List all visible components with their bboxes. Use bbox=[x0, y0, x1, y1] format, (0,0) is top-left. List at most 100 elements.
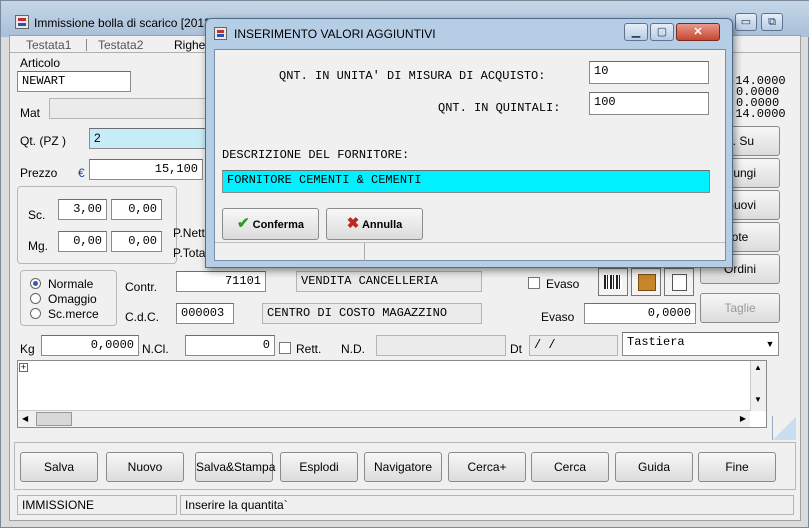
guida-button[interactable]: Guida bbox=[615, 452, 693, 482]
rett-label: Rett. bbox=[296, 342, 322, 356]
mg-label: Mg. bbox=[28, 239, 49, 253]
main-window-title: Immissione bolla di scarico [2013 bbox=[34, 16, 211, 30]
app-icon bbox=[15, 15, 29, 29]
nd-field bbox=[376, 335, 506, 356]
nuovo-button[interactable]: Nuovo bbox=[106, 452, 184, 482]
kg-field[interactable]: 0,0000 bbox=[41, 335, 139, 356]
mat-field bbox=[49, 98, 209, 119]
prezzo-label: Prezzo bbox=[20, 166, 58, 180]
cdc-label: C.d.C. bbox=[125, 310, 160, 324]
evaso-checkbox[interactable] bbox=[528, 277, 540, 289]
scroll-right-icon[interactable]: ▶ bbox=[740, 414, 746, 423]
horizontal-scrollbar[interactable]: ◀ ▶ bbox=[18, 410, 750, 427]
tab-testata1[interactable]: Testata1 bbox=[26, 38, 71, 52]
sc-label: Sc. bbox=[28, 208, 46, 222]
radio-normale-label: Normale bbox=[48, 277, 94, 291]
barcode-icon bbox=[604, 275, 622, 289]
document-edit-button[interactable] bbox=[664, 268, 694, 296]
ncl-label: N.Cl. bbox=[142, 342, 169, 356]
radio-scmerce-label: Sc.merce bbox=[48, 307, 99, 321]
radio-omaggio-label: Omaggio bbox=[48, 292, 97, 306]
annulla-button[interactable]: ✖ Annulla bbox=[326, 208, 423, 240]
ncl-field[interactable]: 0 bbox=[185, 335, 275, 356]
radio-omaggio[interactable]: Omaggio bbox=[30, 292, 110, 306]
dialog-status-pane-2 bbox=[367, 243, 723, 261]
package-button[interactable] bbox=[631, 268, 661, 296]
descr-fornitore-label: DESCRIZIONE DEL FORNITORE: bbox=[222, 148, 410, 162]
evaso-field[interactable]: 0,0000 bbox=[584, 303, 696, 324]
dialog-app-icon bbox=[214, 27, 227, 40]
conferma-label: Conferma bbox=[252, 219, 304, 231]
dialog-title: INSERIMENTO VALORI AGGIUNTIVI bbox=[234, 27, 436, 41]
rett-checkbox[interactable] bbox=[279, 342, 291, 354]
dt-field[interactable]: / / bbox=[529, 335, 618, 356]
dialog-client-area: QNT. IN UNITA' DI MISURA DI ACQUISTO: 10… bbox=[214, 49, 726, 261]
main-restore-button[interactable]: ⧉ bbox=[761, 13, 783, 31]
mg1-field[interactable]: 0,00 bbox=[58, 231, 107, 252]
cerca-button[interactable]: Cerca bbox=[531, 452, 609, 482]
radio-scmerce[interactable]: Sc.merce bbox=[30, 307, 110, 321]
fine-button[interactable]: Fine bbox=[698, 452, 776, 482]
salva-button[interactable]: Salva bbox=[20, 452, 98, 482]
sc1-field[interactable]: 3,00 bbox=[58, 199, 107, 220]
radio-omaggio-dot bbox=[30, 293, 41, 304]
euro-symbol: € bbox=[78, 166, 85, 180]
descr-fornitore-field[interactable]: FORNITORE CEMENTI & CEMENTI bbox=[222, 170, 710, 193]
dialog-window: INSERIMENTO VALORI AGGIUNTIVI ▁ ▢ ✕ QNT.… bbox=[205, 18, 733, 268]
sc2-field[interactable]: 0,00 bbox=[111, 199, 162, 220]
check-icon: ✔ bbox=[237, 215, 250, 232]
dialog-close-button[interactable]: ✕ bbox=[676, 23, 720, 41]
tab-separator bbox=[86, 39, 87, 51]
conferma-button[interactable]: ✔ Conferma bbox=[222, 208, 319, 240]
qnt-quintali-label: QNT. IN QUINTALI: bbox=[438, 101, 561, 115]
ptotale-label: P.Tota bbox=[173, 246, 206, 260]
dt-label: Dt bbox=[510, 342, 522, 356]
dialog-minimize-button[interactable]: ▁ bbox=[624, 23, 648, 41]
articolo-label: Articolo bbox=[20, 56, 61, 70]
pnetto-label: P.Nett bbox=[173, 226, 205, 240]
vertical-scrollbar[interactable]: ▲ ▼ bbox=[750, 361, 766, 411]
taglie-button[interactable]: Taglie bbox=[700, 293, 780, 323]
evaso-label: Evaso bbox=[541, 310, 575, 324]
esplodi-button[interactable]: Esplodi bbox=[280, 452, 358, 482]
qnt-acquisto-field[interactable]: 10 bbox=[589, 61, 709, 84]
articolo-field[interactable]: NEWART bbox=[17, 71, 131, 92]
status-mode: IMMISSIONE bbox=[17, 495, 177, 515]
annulla-label: Annulla bbox=[361, 219, 403, 231]
tab-testata2[interactable]: Testata2 bbox=[98, 38, 143, 52]
mg2-field[interactable]: 0,00 bbox=[111, 231, 162, 252]
scroll-left-icon[interactable]: ◀ bbox=[22, 414, 28, 423]
cerca-plus-button[interactable]: Cerca+ bbox=[448, 452, 526, 482]
tastiera-select[interactable]: Tastiera bbox=[622, 332, 779, 356]
expand-icon[interactable]: + bbox=[19, 363, 28, 372]
salva-stampa-button[interactable]: Salva&Stampa bbox=[195, 452, 275, 482]
prezzo-field[interactable]: 15,100 bbox=[89, 159, 203, 180]
tab-righe[interactable]: Righe bbox=[174, 38, 205, 52]
dialog-status-pane-1 bbox=[215, 243, 365, 261]
navigatore-button[interactable]: Navigatore bbox=[364, 452, 442, 482]
barcode-button[interactable] bbox=[598, 268, 628, 296]
chevron-down-icon[interactable]: ▼ bbox=[763, 335, 777, 353]
scroll-down-icon[interactable]: ▼ bbox=[754, 395, 762, 404]
resize-corner[interactable] bbox=[772, 416, 796, 440]
scroll-up-icon[interactable]: ▲ bbox=[754, 363, 762, 372]
radio-normale[interactable]: Normale bbox=[30, 277, 110, 291]
qt-field[interactable]: 2 bbox=[89, 128, 209, 149]
package-icon bbox=[638, 274, 656, 291]
cdc-desc-field: CENTRO DI COSTO MAGAZZINO bbox=[262, 303, 482, 324]
qnt-acquisto-label: QNT. IN UNITA' DI MISURA DI ACQUISTO: bbox=[279, 69, 546, 83]
qt-label: Qt. (PZ ) bbox=[20, 134, 66, 148]
document-edit-icon bbox=[672, 274, 687, 291]
right-number-4: -14.0000 bbox=[728, 107, 786, 121]
dialog-maximize-button[interactable]: ▢ bbox=[650, 23, 674, 41]
contr-desc-field: VENDITA CANCELLERIA bbox=[296, 271, 482, 292]
main-minimize-button[interactable]: ▭ bbox=[735, 13, 757, 31]
radio-scmerce-dot bbox=[30, 308, 41, 319]
contr-label: Contr. bbox=[125, 280, 158, 294]
cdc-code-field[interactable]: 000003 bbox=[176, 303, 234, 324]
qnt-quintali-field[interactable]: 100 bbox=[589, 92, 709, 115]
evaso-check-label: Evaso bbox=[546, 277, 580, 291]
contr-code-field[interactable]: 71101 bbox=[176, 271, 266, 292]
radio-normale-dot bbox=[30, 278, 41, 289]
scroll-thumb[interactable] bbox=[36, 412, 72, 426]
